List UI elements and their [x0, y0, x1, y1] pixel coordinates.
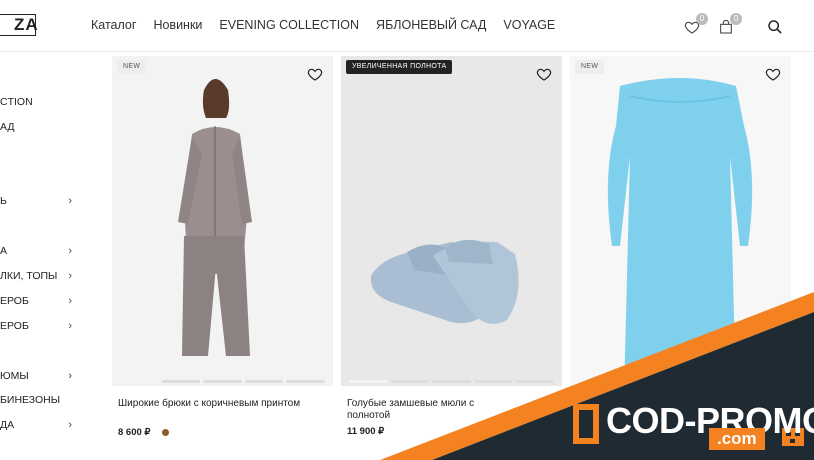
cart-button[interactable]: 0	[718, 13, 742, 38]
product-card[interactable]: NEW	[570, 56, 791, 460]
color-swatch[interactable]	[162, 429, 169, 436]
site-header: ZA Каталог Новинки EVENING COLLECTION ЯБ…	[0, 0, 814, 52]
blue-suede-mules-image	[370, 239, 519, 324]
nav-voyage[interactable]: VOYAGE	[503, 18, 555, 32]
search-button[interactable]	[767, 16, 789, 38]
product-tag: NEW	[575, 60, 605, 74]
sidebar-item-label: ЕРОБ	[0, 320, 29, 332]
wishlist-button[interactable]: 0	[684, 13, 708, 38]
sidebar-item[interactable]: ЛКИ, ТОПЫ ›	[0, 268, 76, 288]
product-price: 11 900 ₽	[347, 426, 385, 437]
blue-dress-image	[607, 78, 753, 386]
nav-apple-garden[interactable]: ЯБЛОНЕВЫЙ САД	[376, 18, 486, 32]
sidebar-item-label: БИНЕЗОНЫ	[0, 394, 61, 406]
wishlist-count-badge: 0	[696, 13, 708, 25]
sidebar-item[interactable]: ЕРОБ ›	[0, 318, 76, 338]
product-tag: УВЕЛИЧЕННАЯ ПОЛНОТА	[346, 60, 453, 74]
sidebar-item[interactable]: Ь ›	[0, 193, 76, 213]
sidebar-item-label: Ь	[0, 195, 7, 207]
chevron-right-icon: ›	[68, 245, 72, 257]
chevron-right-icon: ›	[68, 195, 72, 207]
logo-text: ZA	[14, 15, 39, 34]
sidebar-item[interactable]: CTION	[0, 94, 76, 114]
sidebar-item[interactable]: АД	[0, 119, 76, 139]
product-card[interactable]: NEW Широкие брюки с коричневым принтом 8…	[112, 56, 333, 460]
main-nav: Каталог Новинки EVENING COLLECTION ЯБЛОН…	[91, 18, 555, 32]
sidebar-item[interactable]: ЮМЫ ›	[0, 368, 76, 388]
sidebar-item-label: А	[0, 245, 8, 257]
sidebar-item-label: ДА	[0, 419, 15, 431]
sidebar-item-label: ЕРОБ	[0, 295, 29, 307]
heart-icon[interactable]	[536, 66, 552, 82]
nav-evening-collection[interactable]: EVENING COLLECTION	[219, 18, 359, 32]
category-sidebar: CTION АД Ь › А › ЛКИ, ТОПЫ › ЕРОБ › ЕРОБ › ЮМ…	[0, 52, 90, 460]
product-image[interactable]: NEW	[570, 56, 791, 386]
product-card[interactable]: УВЕЛИЧЕННАЯ ПОЛНОТА Голубые замшевые мюл…	[341, 56, 562, 460]
product-tag: NEW	[117, 60, 147, 74]
brand-logo[interactable]: ZA	[0, 14, 38, 38]
sidebar-item-label: ЛКИ, ТОПЫ	[0, 270, 58, 282]
sidebar-item[interactable]: ЕРОБ ›	[0, 293, 76, 313]
cart-count-badge: 0	[730, 13, 742, 25]
nav-catalog[interactable]: Каталог	[91, 18, 136, 32]
sidebar-item-label: ЮМЫ	[0, 370, 29, 382]
sidebar-item[interactable]: БИНЕЗОНЫ	[0, 392, 76, 412]
search-icon	[768, 20, 782, 34]
chevron-right-icon: ›	[68, 270, 72, 282]
image-pager	[349, 380, 554, 383]
sidebar-item-label: АД	[0, 121, 15, 133]
heart-icon[interactable]	[307, 66, 323, 82]
sidebar-item[interactable]: А ›	[0, 243, 76, 263]
model-in-pajama-suit-image	[178, 79, 252, 356]
sidebar-item-label: CTION	[0, 96, 33, 108]
product-image[interactable]: УВЕЛИЧЕННАЯ ПОЛНОТА	[341, 56, 562, 386]
product-image[interactable]: NEW	[112, 56, 333, 386]
product-price: 8 600 ₽	[118, 427, 151, 438]
heart-icon[interactable]	[765, 66, 781, 82]
chevron-right-icon: ›	[68, 320, 72, 332]
chevron-right-icon: ›	[68, 419, 72, 431]
sidebar-item[interactable]: ДА ›	[0, 417, 76, 437]
image-pager	[120, 380, 325, 383]
chevron-right-icon: ›	[68, 295, 72, 307]
product-name[interactable]: Широкие брюки с коричневым принтом	[118, 398, 328, 410]
nav-new[interactable]: Новинки	[153, 18, 202, 32]
product-name[interactable]: Голубые замшевые мюли с полнотой	[347, 398, 557, 422]
chevron-right-icon: ›	[68, 370, 72, 382]
